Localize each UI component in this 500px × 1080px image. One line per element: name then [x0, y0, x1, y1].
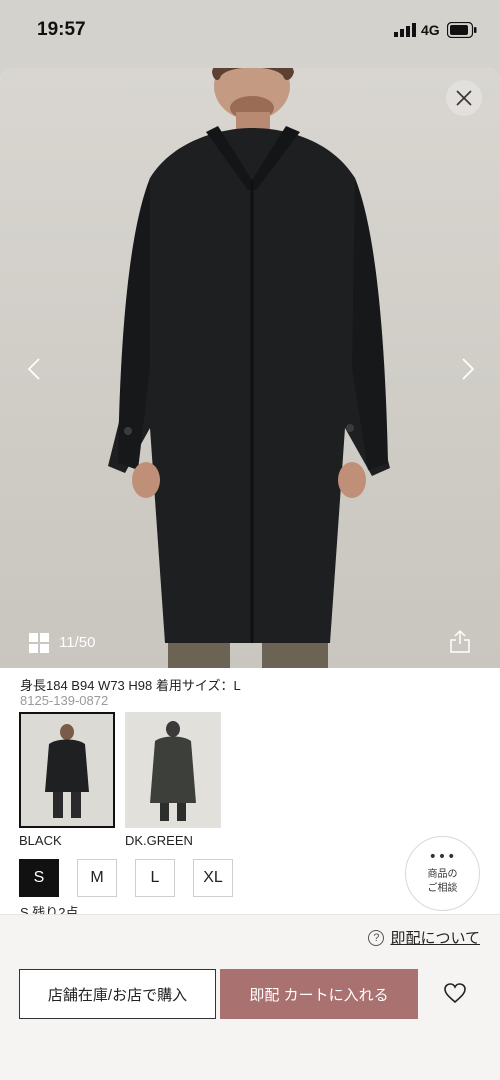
status-bar: 19:57 4G — [0, 0, 500, 62]
close-icon — [456, 90, 472, 106]
signal-icon — [394, 23, 416, 37]
size-xl-button[interactable]: XL — [193, 859, 233, 897]
network-type: 4G — [421, 22, 440, 38]
model-info: 身長184 B94 W73 H98 着用サイズ：L — [20, 678, 241, 693]
close-button[interactable] — [446, 80, 482, 116]
consult-label-line2: ご相談 — [427, 882, 458, 894]
consult-label-line1: 商品の — [427, 868, 458, 880]
bottom-action-bar: ? 即配について 店舗在庫/お店で購入 即配 カートに入れる — [0, 914, 500, 1080]
share-icon[interactable] — [449, 629, 471, 653]
color-label-dkgreen: DK.GREEN — [125, 833, 193, 848]
coat-model-image — [108, 68, 390, 668]
image-counter: 11/50 — [59, 634, 96, 651]
sku: 8125-139-0872 — [20, 693, 109, 708]
chevron-right-icon[interactable] — [452, 354, 482, 384]
swatch-image-black — [21, 714, 113, 826]
size-s-button[interactable]: S — [19, 859, 59, 897]
product-photo[interactable]: 11/50 — [0, 68, 500, 668]
swatch-image-dkgreen — [126, 713, 220, 827]
battery-icon — [447, 22, 477, 38]
color-label-black: BLACK — [19, 833, 62, 848]
color-swatch-dkgreen[interactable] — [125, 712, 221, 828]
grid-view-icon[interactable] — [29, 633, 49, 653]
color-swatch-black[interactable] — [19, 712, 115, 828]
more-dots-icon: ••• — [428, 848, 457, 865]
size-l-button[interactable]: L — [135, 859, 175, 897]
size-m-button[interactable]: M — [77, 859, 117, 897]
add-to-cart-button[interactable]: 即配 カートに入れる — [220, 969, 418, 1019]
heart-icon[interactable] — [442, 981, 468, 1005]
help-icon: ? — [368, 929, 385, 946]
consult-button[interactable]: ••• 商品の ご相談 — [405, 836, 480, 911]
product-sheet: 11/50 身長184 B94 W73 H98 着用サイズ：L 8125-139… — [0, 68, 500, 1080]
delivery-info-text: 即配について — [390, 930, 480, 947]
store-stock-button[interactable]: 店舗在庫/お店で購入 — [19, 969, 216, 1019]
status-time: 19:57 — [37, 19, 86, 40]
chevron-left-icon[interactable] — [20, 354, 50, 384]
delivery-info-link[interactable]: ? 即配について — [368, 927, 480, 948]
